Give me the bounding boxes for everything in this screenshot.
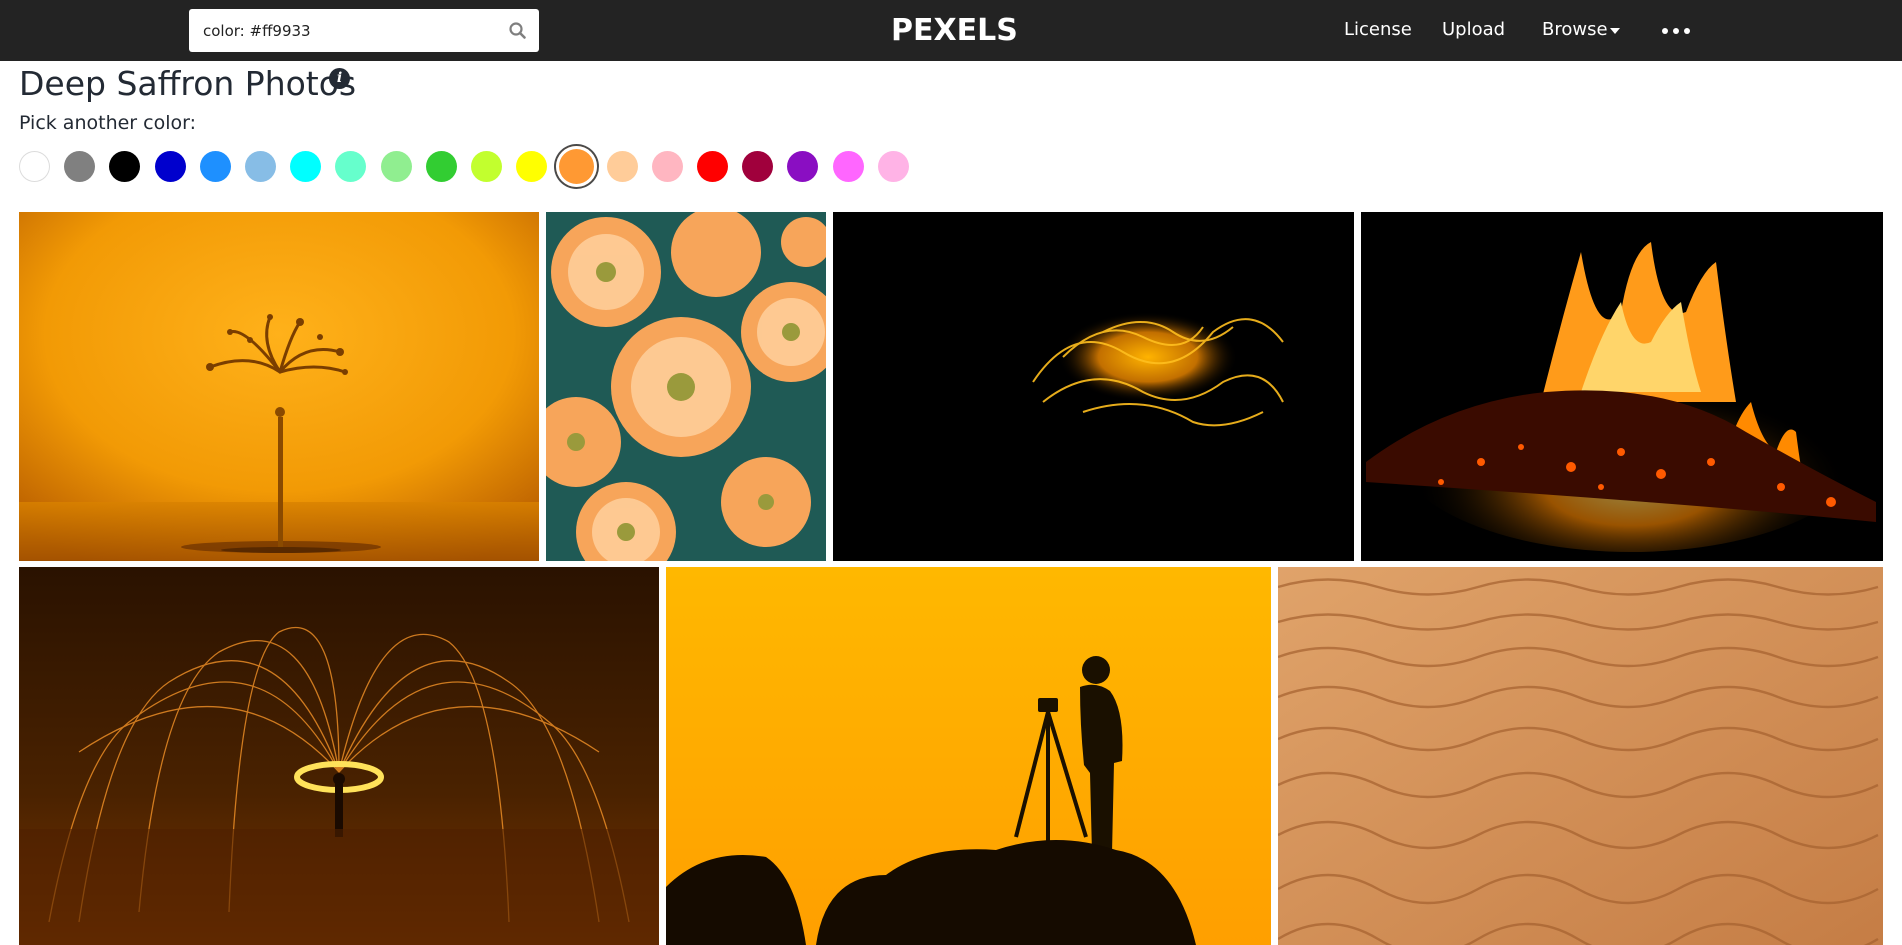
color-swatch-blue[interactable] <box>154 151 186 182</box>
info-icon[interactable] <box>329 68 350 89</box>
pick-color-label: Pick another color: <box>19 112 197 134</box>
photo-orange-daisies[interactable] <box>546 212 826 561</box>
pexels-logo[interactable]: PEXELS <box>891 11 1018 51</box>
color-swatch-light-pink[interactable] <box>877 151 909 182</box>
photographer-silhouette-image <box>666 567 1271 945</box>
photo-golden-smoke[interactable] <box>833 212 1354 561</box>
nav-browse-dropdown[interactable]: Browse <box>1542 18 1608 42</box>
color-swatch-deep-saffron[interactable] <box>556 146 598 187</box>
color-swatch-cyan[interactable] <box>290 151 322 182</box>
orange-daisies-image <box>546 212 826 561</box>
color-swatch-red[interactable] <box>697 151 728 182</box>
color-swatch-lime[interactable] <box>471 151 502 182</box>
color-swatch-light-blue[interactable] <box>245 151 276 182</box>
top-navigation-bar: PEXELS License Upload Browse <box>0 0 1902 61</box>
bonfire-image <box>1361 212 1883 561</box>
photo-steel-wool[interactable] <box>19 567 659 945</box>
desert-sand-image <box>1278 567 1883 945</box>
color-swatch-aquamarine[interactable] <box>335 151 367 182</box>
nav-upload-link[interactable]: Upload <box>1442 18 1505 42</box>
water-droplet-image <box>19 212 539 561</box>
color-swatch-yellow[interactable] <box>516 151 548 182</box>
caret-down-icon[interactable] <box>1610 28 1620 34</box>
color-swatch-black[interactable] <box>109 151 141 182</box>
color-swatch-peach[interactable] <box>606 151 638 182</box>
steel-wool-image <box>19 567 659 945</box>
search-box <box>189 9 539 52</box>
color-swatch-magenta[interactable] <box>832 151 864 182</box>
color-swatch-gray[interactable] <box>64 151 96 182</box>
color-swatch-pink[interactable] <box>651 151 683 182</box>
nav-license-link[interactable]: License <box>1344 18 1412 42</box>
search-icon[interactable] <box>507 20 529 42</box>
color-swatch-green[interactable] <box>425 151 457 182</box>
photo-photographer-silhouette[interactable] <box>666 567 1271 945</box>
more-dots-icon[interactable] <box>1662 26 1692 36</box>
color-swatch-white[interactable] <box>19 151 50 182</box>
photo-desert-sand[interactable] <box>1278 567 1883 945</box>
color-swatch-purple[interactable] <box>787 151 819 182</box>
photo-bonfire[interactable] <box>1361 212 1883 561</box>
color-swatch-light-green[interactable] <box>380 151 412 182</box>
search-input[interactable] <box>189 9 489 52</box>
golden-smoke-image <box>833 212 1354 561</box>
color-swatch-burgundy[interactable] <box>742 151 774 182</box>
color-swatch-dodger-blue[interactable] <box>199 151 231 182</box>
page-title: Deep Saffron Photos <box>19 64 357 103</box>
photo-water-droplet[interactable] <box>19 212 539 561</box>
